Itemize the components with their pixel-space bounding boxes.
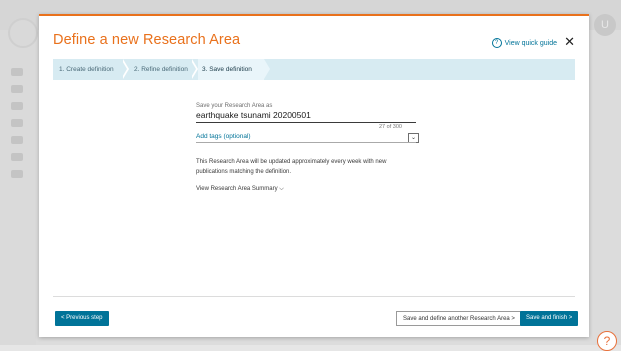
rail-icon: [11, 119, 23, 127]
previous-step-button[interactable]: < Previous step: [55, 311, 109, 326]
question-circle-icon: ?: [491, 38, 502, 48]
step-separator: [264, 59, 270, 79]
define-research-area-dialog: Define a new Research Area ? View quick g…: [39, 14, 589, 337]
tags-underline: [196, 142, 416, 143]
rail-icon: [11, 153, 23, 161]
input-underline: [196, 122, 416, 123]
wizard-steps: 1. Create definition 2. Refine definitio…: [53, 59, 575, 80]
save-and-define-another-button[interactable]: Save and define another Research Area >: [396, 311, 522, 326]
step-separator: [190, 59, 196, 79]
dialog-title: Define a new Research Area: [53, 32, 241, 48]
save-as-label: Save your Research Area as: [196, 103, 273, 109]
view-summary-link[interactable]: View Research Area Summary ⌵: [196, 186, 284, 193]
step-refine-definition[interactable]: 2. Refine definition: [131, 59, 195, 80]
rail-icon: [11, 102, 23, 110]
close-icon[interactable]: ✕: [564, 34, 575, 50]
background-logo: [8, 18, 38, 48]
rail-icon: [11, 85, 23, 93]
background-side-rail: [0, 30, 36, 345]
step-save-definition: 3. Save definition: [198, 59, 264, 80]
help-icon[interactable]: ?: [597, 331, 617, 351]
research-area-name-input[interactable]: earthquake tsunami 20200501: [196, 110, 311, 120]
step-separator: [121, 59, 127, 79]
add-tags-field[interactable]: Add tags (optional): [196, 133, 251, 140]
avatar-icon: U: [594, 14, 616, 36]
rail-icon: [11, 136, 23, 144]
update-info-text: This Research Area will be updated appro…: [196, 159, 387, 175]
footer-divider: [53, 296, 575, 297]
rail-icon: [11, 170, 23, 178]
quick-guide-label: View quick guide: [504, 39, 557, 47]
rail-icon: [11, 68, 23, 76]
view-quick-guide-link[interactable]: ? View quick guide: [491, 38, 557, 48]
save-and-finish-button[interactable]: Save and finish >: [520, 311, 579, 326]
step-create-definition[interactable]: 1. Create definition: [53, 59, 123, 80]
character-count: 27 of 300: [379, 124, 402, 130]
